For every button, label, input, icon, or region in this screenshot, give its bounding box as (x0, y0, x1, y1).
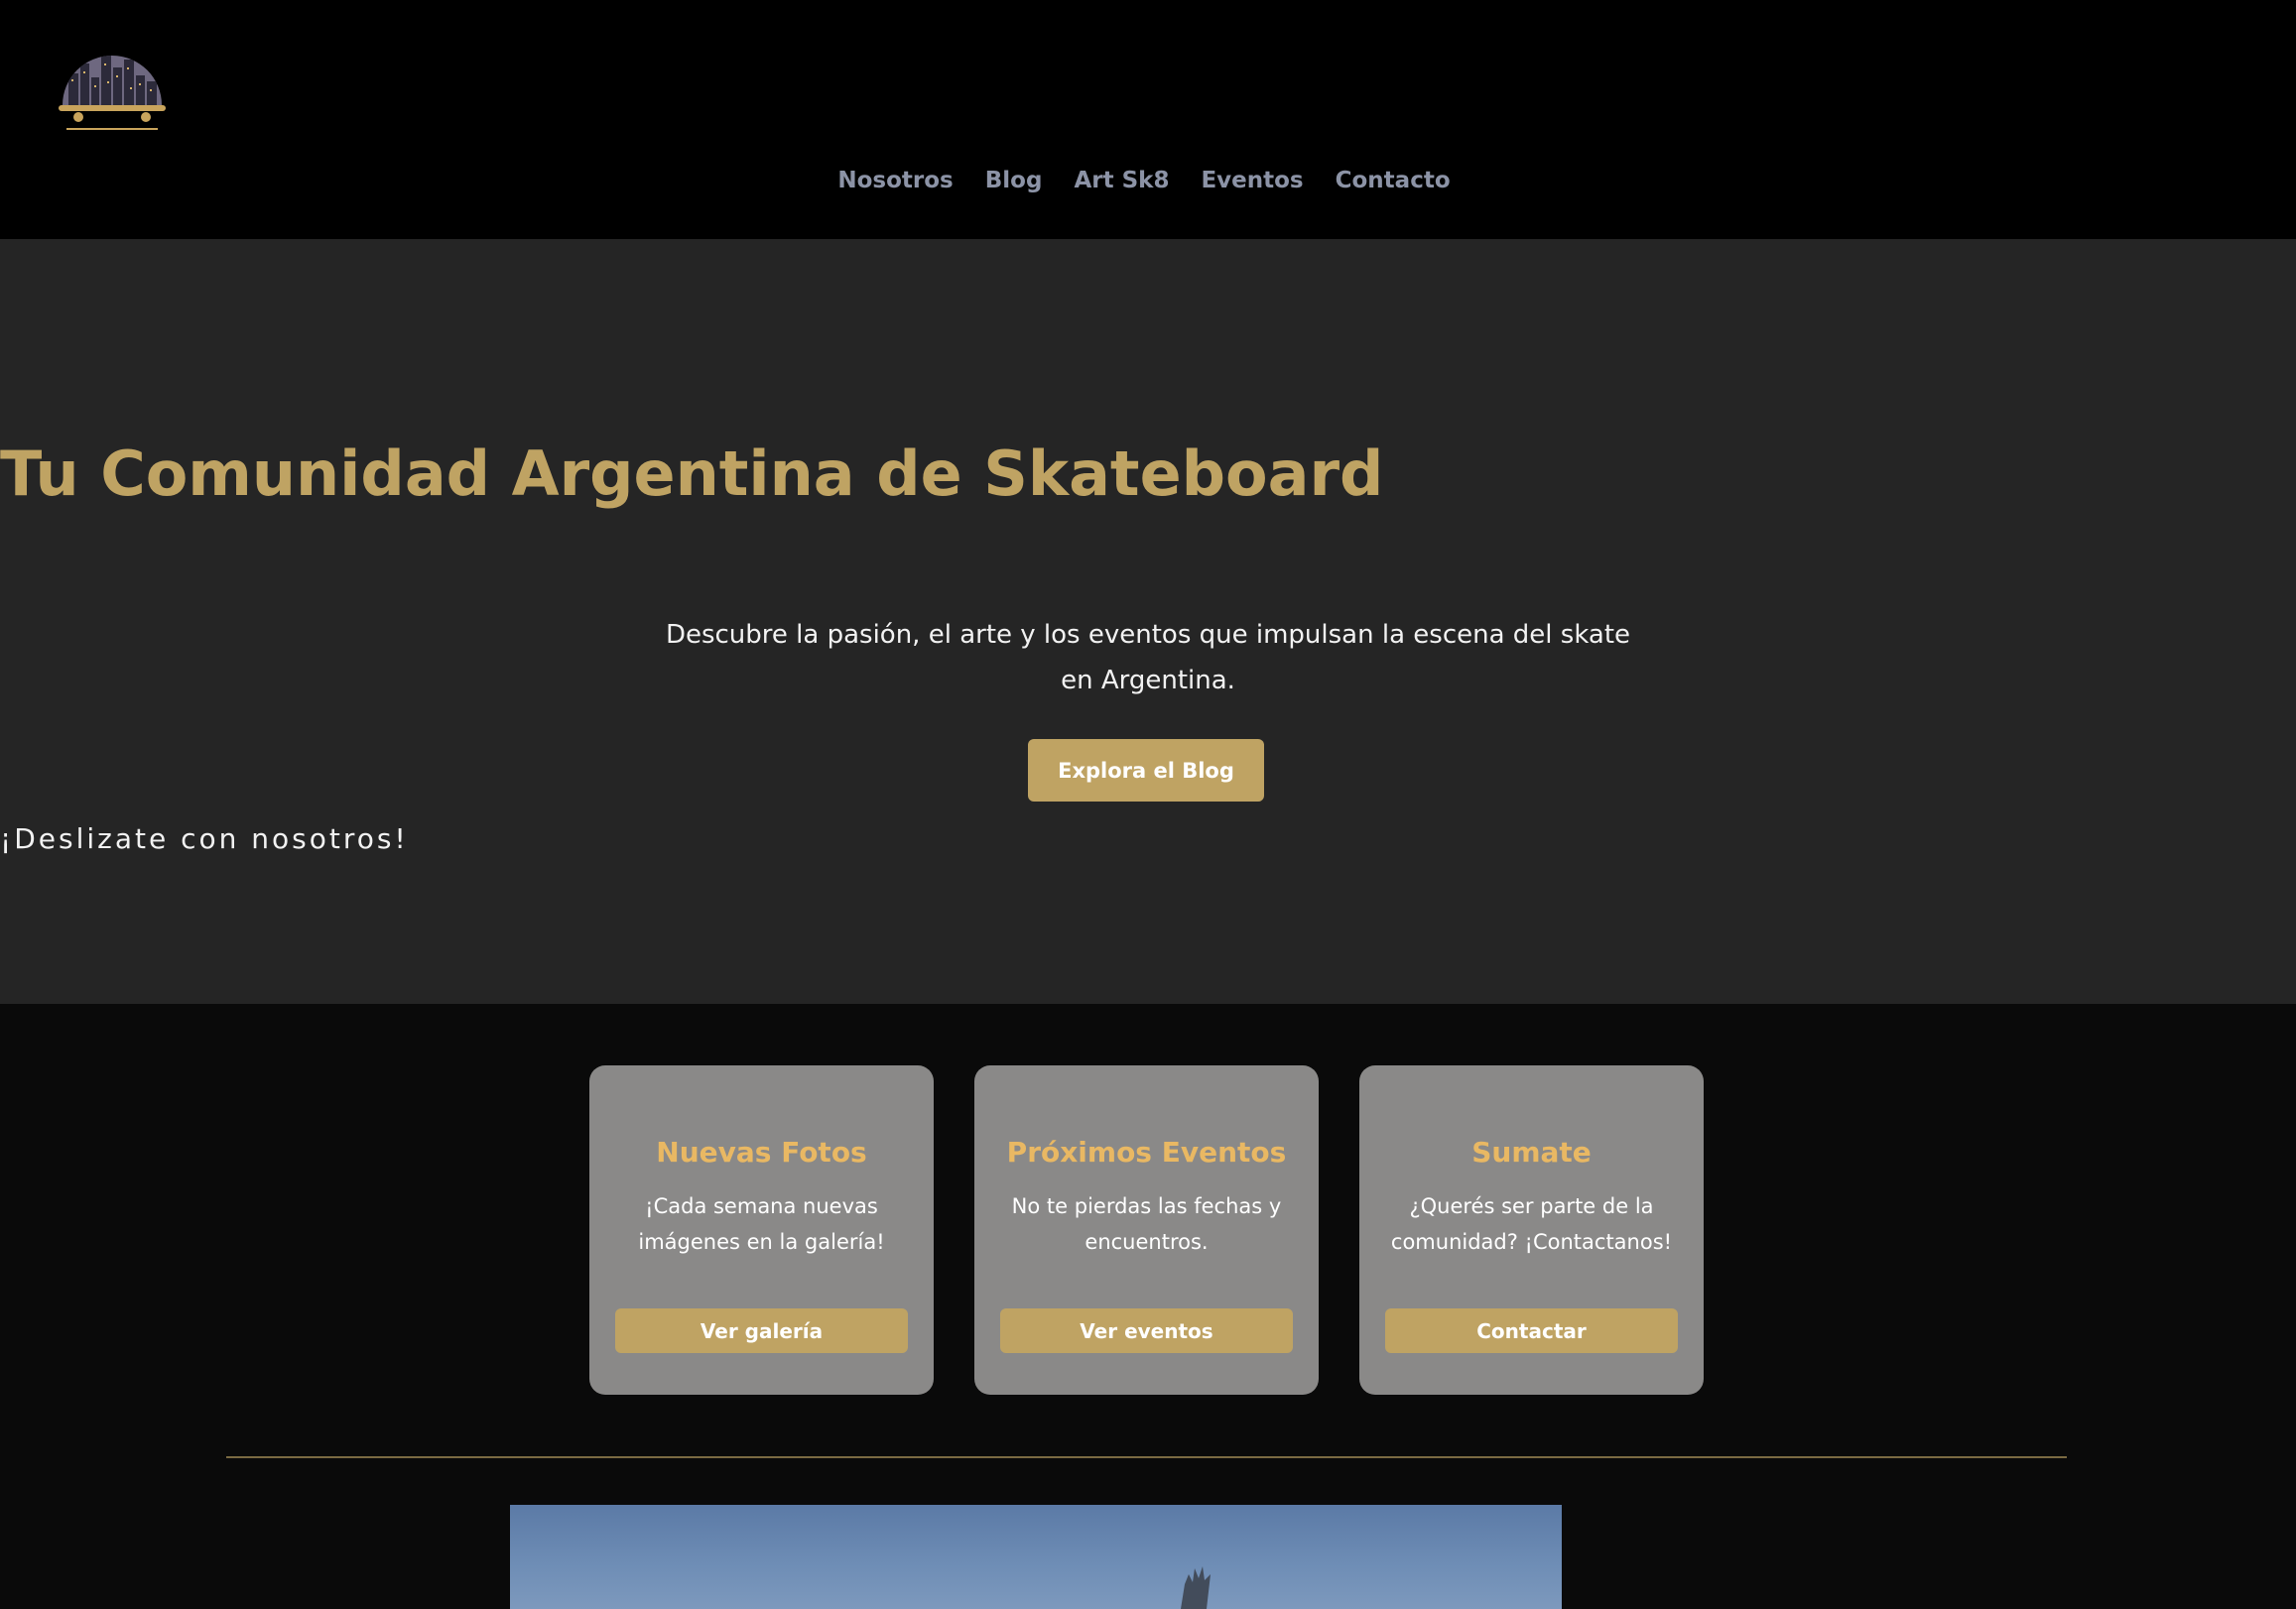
skater-hand-silhouette (1181, 1566, 1211, 1609)
hero-title-text: Tu Comunidad Argentina de Skateboard (0, 437, 1384, 510)
site-header: Nosotros Blog Art Sk8 Eventos Contacto (0, 0, 2296, 239)
card-text: ¿Querés ser parte de la comunidad? ¡Cont… (1390, 1194, 1673, 1254)
explore-blog-button[interactable]: Explora el Blog (1028, 739, 1264, 802)
card-text: ¡Cada semana nuevas imágenes en la galer… (638, 1194, 885, 1254)
nav-link-blog[interactable]: Blog (985, 164, 1043, 197)
card-sumate: Sumate ¿Querés ser parte de la comunidad… (1359, 1065, 1704, 1395)
card-title: Sumate (1471, 1136, 1592, 1169)
hero-subtitle: Descubre la pasión, el arte y los evento… (665, 620, 1631, 695)
card-text: No te pierdas las fechas y encuentros. (1011, 1194, 1282, 1254)
card-title: Próximos Eventos (1006, 1136, 1287, 1169)
skate-city-logo[interactable] (55, 34, 170, 135)
nav-link-eventos[interactable]: Eventos (1201, 164, 1303, 197)
contactar-button[interactable]: Contactar (1385, 1308, 1678, 1353)
section-divider (226, 1456, 2067, 1458)
card-nuevas-fotos: Nuevas Fotos ¡Cada semana nuevas imágene… (589, 1065, 934, 1395)
nav-link-contacto[interactable]: Contacto (1336, 164, 1451, 197)
feature-cards: Nuevas Fotos ¡Cada semana nuevas imágene… (0, 1065, 2296, 1395)
card-title: Nuevas Fotos (656, 1136, 867, 1169)
card-proximos-eventos: Próximos Eventos No te pierdas las fecha… (974, 1065, 1319, 1395)
hero-title: Tu Comunidad Argentina de Skateboard (0, 436, 2296, 512)
skate-photo (510, 1505, 1562, 1609)
ver-galeria-button[interactable]: Ver galería (615, 1308, 908, 1353)
main-nav: Nosotros Blog Art Sk8 Eventos Contacto (0, 164, 2296, 197)
nav-link-art-sk8[interactable]: Art Sk8 (1074, 164, 1169, 197)
ver-eventos-button[interactable]: Ver eventos (1000, 1308, 1293, 1353)
nav-link-nosotros[interactable]: Nosotros (837, 164, 953, 197)
hero-tagline: ¡Deslizate con nosotros! (0, 822, 409, 855)
